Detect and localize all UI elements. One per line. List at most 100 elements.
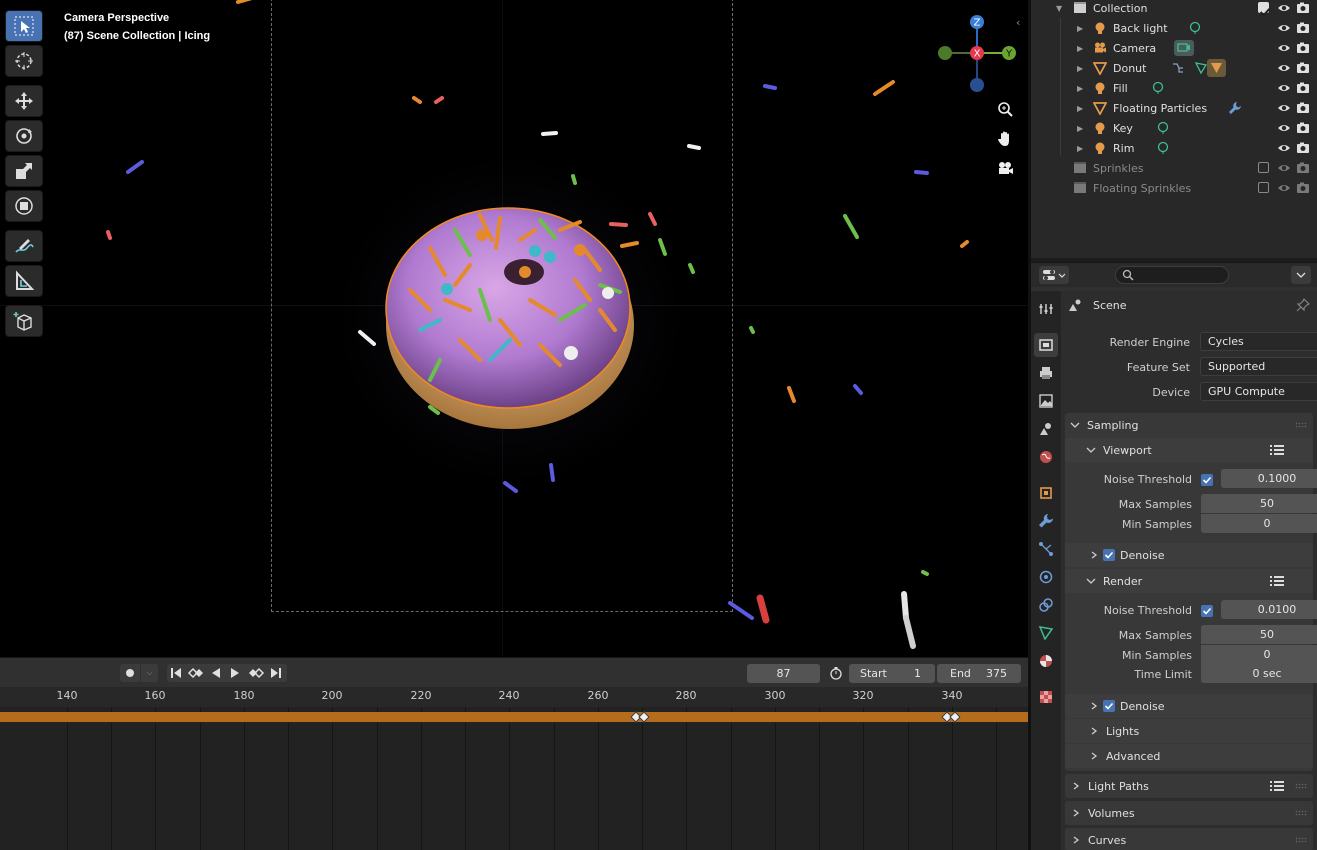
eye-icon[interactable] (1277, 181, 1291, 195)
options-dropdown[interactable] (1291, 266, 1311, 284)
move-tool[interactable] (5, 85, 43, 117)
min-samples-field[interactable]: 0 (1201, 514, 1317, 533)
advanced-subpanel-header[interactable]: Advanced (1089, 744, 1269, 768)
light-data-icon[interactable] (1156, 141, 1170, 155)
drag-grip-icon[interactable] (1295, 810, 1307, 816)
eye-icon[interactable] (1277, 101, 1291, 115)
tab-view-layer[interactable] (1034, 389, 1058, 413)
navigation-gizmo[interactable]: X Y Z (932, 10, 1024, 100)
tab-modifiers[interactable] (1034, 509, 1058, 533)
rotate-tool[interactable] (5, 120, 43, 152)
sampling-panel-header[interactable]: Sampling (1069, 413, 1313, 437)
record-button[interactable] (120, 664, 140, 682)
editor-type-button[interactable] (1039, 266, 1069, 284)
render-camera-icon[interactable] (1296, 21, 1310, 35)
outliner-item-camera[interactable]: ▶ Camera (1031, 38, 1317, 58)
tab-particles[interactable] (1034, 537, 1058, 561)
include-checkbox[interactable] (1258, 162, 1269, 173)
light-data-icon[interactable] (1156, 121, 1170, 135)
presets-list-icon[interactable] (1269, 779, 1285, 793)
eye-icon[interactable] (1277, 161, 1291, 175)
start-frame-field[interactable]: Start 1 (849, 664, 935, 683)
render-camera-icon[interactable] (1296, 181, 1310, 195)
outliner-item-floating-particles[interactable]: ▶ Floating Particles (1031, 98, 1317, 118)
lights-subpanel-header[interactable]: Lights (1089, 719, 1269, 743)
drag-grip-icon[interactable] (1295, 422, 1307, 428)
material-button[interactable] (1207, 59, 1226, 77)
tab-world[interactable] (1034, 445, 1058, 469)
eye-icon[interactable] (1277, 141, 1291, 155)
end-frame-field[interactable]: End 375 (937, 664, 1021, 683)
render-camera-icon[interactable] (1296, 121, 1310, 135)
noise-threshold-checkbox[interactable] (1201, 605, 1213, 617)
modifier-chain-icon[interactable] (1171, 61, 1185, 75)
zoom-button[interactable] (992, 96, 1018, 122)
expand-right-icon[interactable]: ▶ (1077, 104, 1083, 113)
render-camera-icon[interactable] (1296, 161, 1310, 175)
tab-output[interactable] (1034, 361, 1058, 385)
properties-search-input[interactable] (1115, 266, 1229, 284)
expand-right-icon[interactable]: ▶ (1077, 84, 1083, 93)
light-data-icon[interactable] (1151, 81, 1165, 95)
render-camera-icon[interactable] (1296, 81, 1310, 95)
outliner-collection[interactable]: ▼ Collection (1031, 0, 1317, 18)
annotate-tool[interactable] (5, 230, 43, 262)
expand-right-icon[interactable]: ▶ (1077, 24, 1083, 33)
tab-render[interactable] (1034, 333, 1058, 357)
expand-down-icon[interactable]: ▼ (1056, 4, 1062, 13)
outliner-item-key[interactable]: ▶ Key (1031, 118, 1317, 138)
measure-tool[interactable] (5, 265, 43, 297)
denoise-checkbox[interactable] (1103, 700, 1115, 712)
render-camera-icon[interactable] (1296, 41, 1310, 55)
expand-right-icon[interactable]: ▶ (1077, 124, 1083, 133)
expand-right-icon[interactable]: ▶ (1077, 44, 1083, 53)
eye-icon[interactable] (1277, 121, 1291, 135)
tab-tool[interactable] (1034, 297, 1058, 321)
donut[interactable] (385, 207, 634, 429)
render-camera-icon[interactable] (1296, 141, 1310, 155)
eye-icon[interactable] (1277, 61, 1291, 75)
outliner-item-fill[interactable]: ▶ Fill (1031, 78, 1317, 98)
light-data-icon[interactable] (1188, 21, 1202, 35)
preview-range-toggle[interactable] (827, 664, 845, 682)
max-samples-field[interactable]: 50 (1201, 494, 1317, 513)
render-camera-icon[interactable] (1296, 61, 1310, 75)
device-dropdown[interactable]: GPU Compute ⌵ (1200, 382, 1317, 401)
drag-grip-icon[interactable] (1295, 783, 1307, 789)
transform-tool[interactable] (5, 190, 43, 222)
render-subpanel-header[interactable]: Render (1085, 569, 1285, 593)
include-checkbox[interactable] (1258, 2, 1271, 17)
keying-dropdown[interactable]: ⌵ (141, 664, 158, 682)
tab-material[interactable] (1034, 649, 1058, 673)
mesh-data-icon[interactable] (1194, 61, 1208, 75)
time-limit-field[interactable]: 0 sec (1201, 664, 1317, 683)
eye-icon[interactable] (1277, 41, 1291, 55)
wrench-icon[interactable] (1228, 101, 1242, 115)
noise-threshold-field[interactable]: 0.1000 (1221, 469, 1317, 488)
noise-threshold-field[interactable]: 0.0100 (1221, 600, 1317, 619)
outliner-item-donut[interactable]: ▶ Donut (1031, 58, 1317, 78)
expand-right-icon[interactable]: ▶ (1077, 64, 1083, 73)
render-engine-dropdown[interactable]: Cycles ⌵ (1200, 332, 1317, 351)
tab-data[interactable] (1034, 621, 1058, 645)
volumes-header[interactable]: Volumes (1071, 801, 1251, 825)
outliner-item-back-light[interactable]: ▶ Back light (1031, 18, 1317, 38)
noise-threshold-checkbox[interactable] (1201, 474, 1213, 486)
tab-scene[interactable] (1034, 417, 1058, 441)
current-frame-field[interactable]: 87 (747, 664, 820, 683)
cursor-tool[interactable] (5, 45, 43, 77)
tab-texture[interactable] (1034, 685, 1058, 709)
3d-viewport[interactable]: Camera Perspective (87) Scene Collection… (0, 0, 1028, 657)
presets-list-icon[interactable] (1269, 574, 1285, 588)
eye-icon[interactable] (1277, 1, 1291, 15)
outliner-collection-sprinkles[interactable]: Sprinkles (1031, 158, 1317, 178)
drag-grip-icon[interactable] (1295, 837, 1307, 843)
min-samples-field[interactable]: 0 (1201, 645, 1317, 664)
render-denoise-header[interactable]: Denoise (1089, 694, 1269, 718)
outliner-item-rim[interactable]: ▶ Rim (1031, 138, 1317, 158)
camera-data-button[interactable] (1174, 40, 1194, 56)
expand-right-icon[interactable]: ▶ (1077, 144, 1083, 153)
pan-button[interactable] (992, 126, 1018, 152)
presets-list-icon[interactable] (1269, 443, 1285, 457)
denoise-checkbox[interactable] (1103, 549, 1115, 561)
